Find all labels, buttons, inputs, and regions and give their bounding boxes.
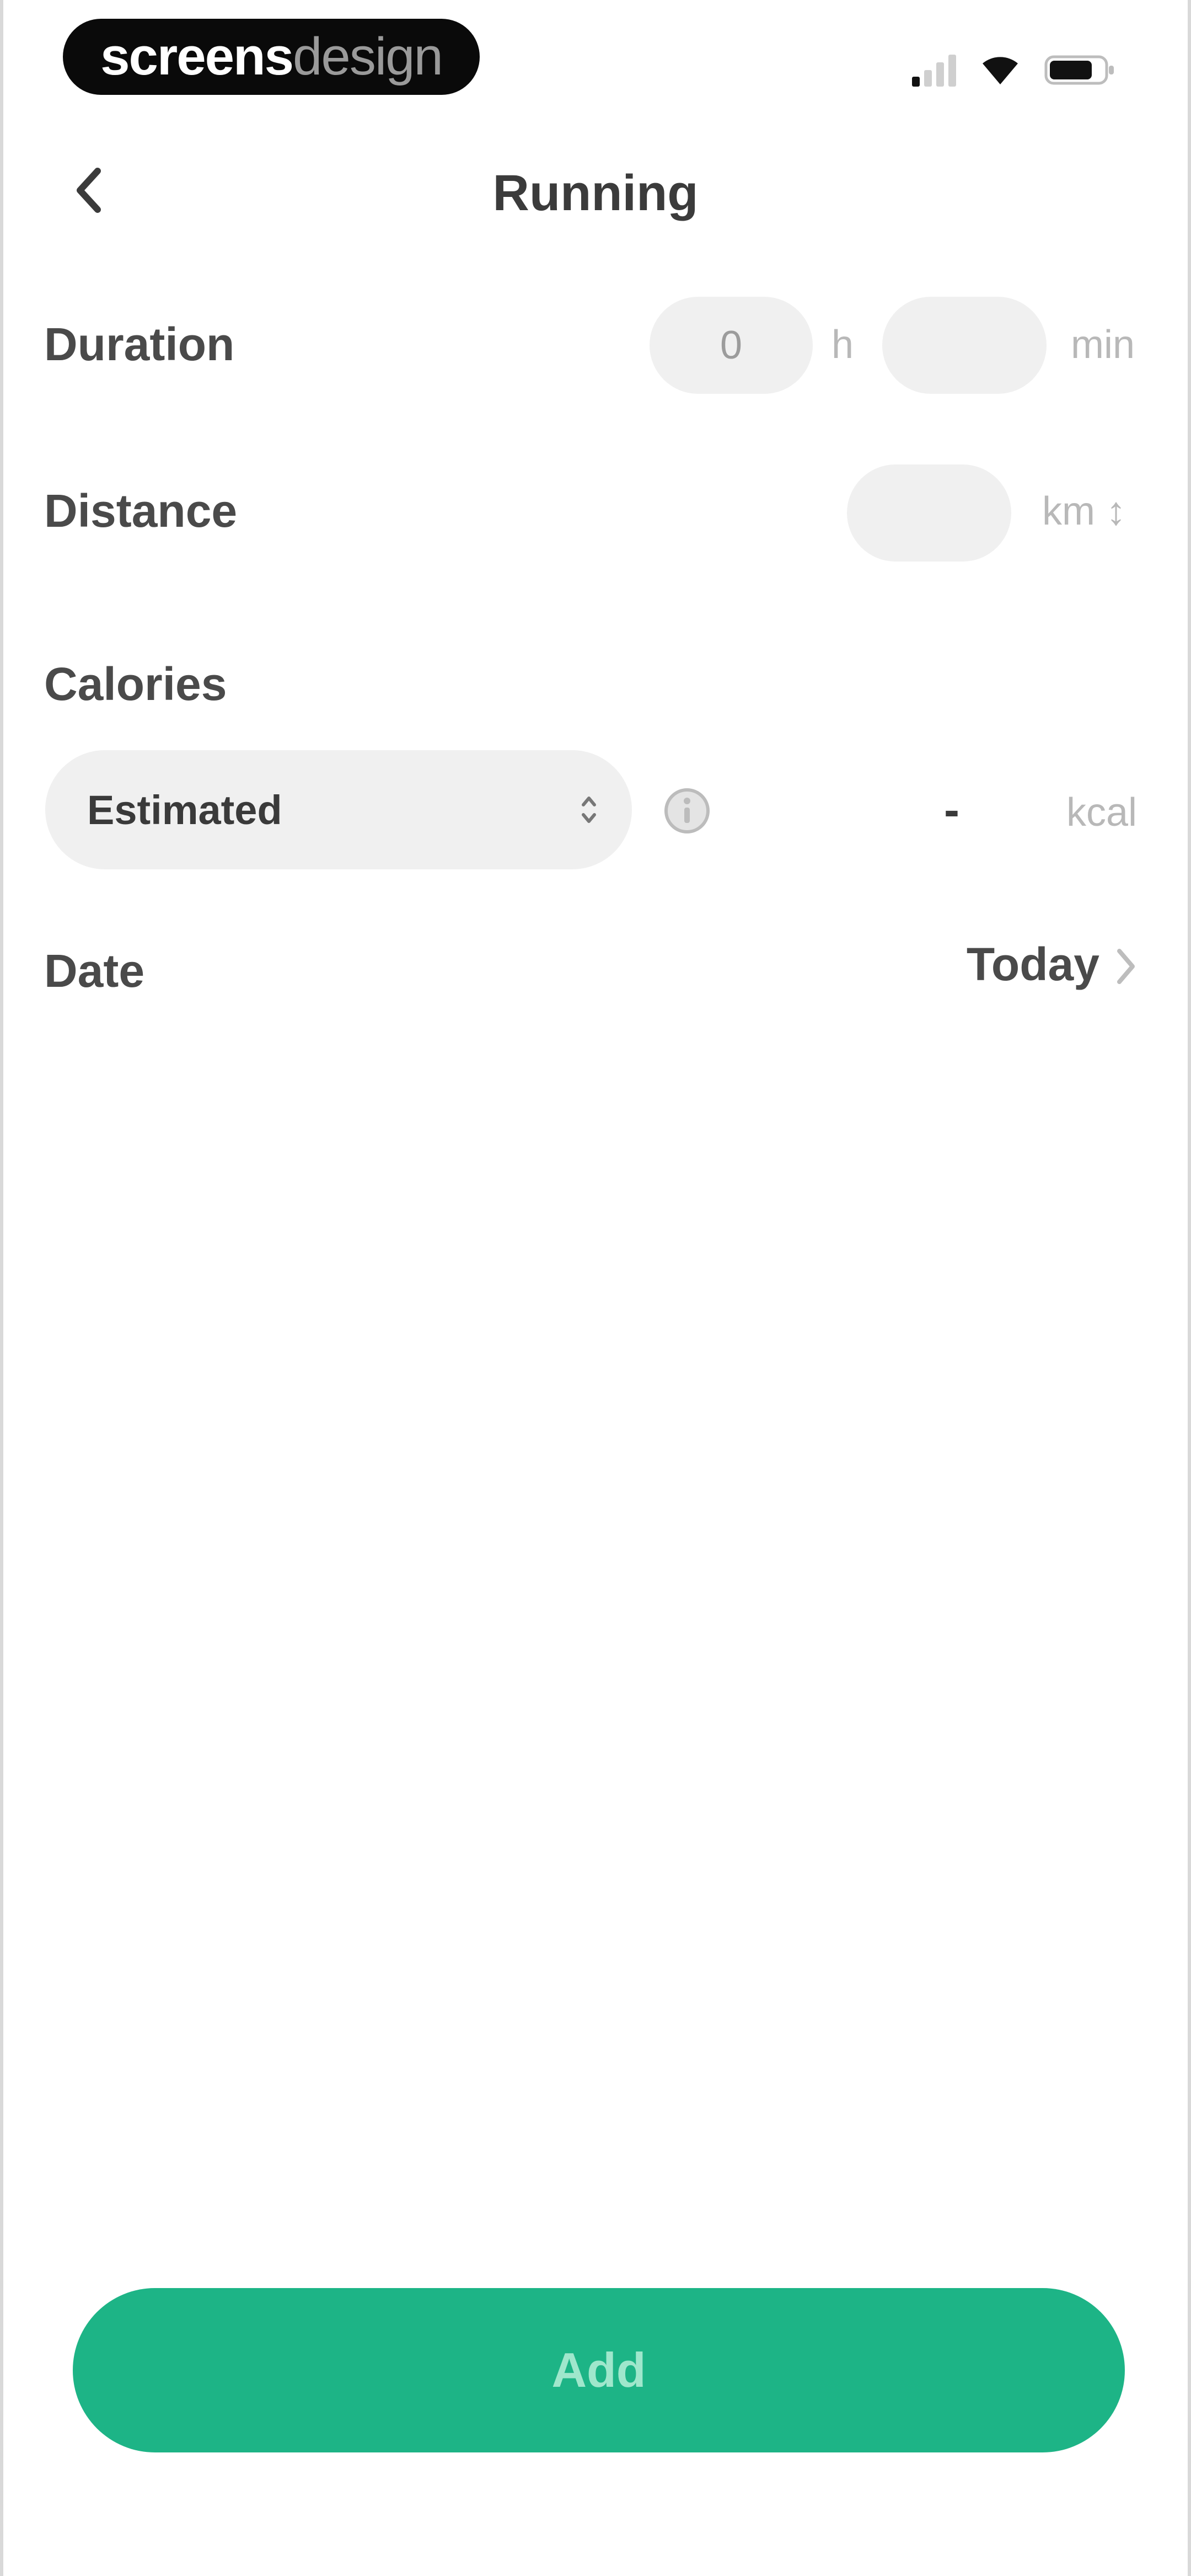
calories-mode-select[interactable]: Estimated — [45, 750, 632, 869]
info-icon[interactable] — [663, 787, 711, 835]
duration-label: Duration — [44, 318, 235, 370]
signal-icon — [912, 54, 956, 87]
page-title: Running — [492, 165, 699, 221]
duration-minutes-unit: min — [1071, 323, 1135, 367]
duration-hours-input[interactable] — [650, 297, 813, 394]
calories-mode-value: Estimated — [87, 787, 282, 833]
distance-unit-selector[interactable]: km ↕ — [1042, 489, 1126, 534]
updown-chevron-icon — [582, 797, 596, 823]
status-icons — [912, 51, 1116, 89]
duration-minutes-input[interactable] — [882, 297, 1047, 394]
screen: screens design Running Duration 0 h min … — [0, 0, 1191, 2576]
distance-input[interactable] — [847, 464, 1011, 562]
date-label: Date — [44, 945, 145, 997]
watermark-text-bold: screens — [100, 27, 294, 86]
duration-hours-unit: h — [831, 323, 854, 367]
calories-label: Calories — [44, 658, 227, 710]
chevron-left-icon — [77, 168, 101, 213]
wifi-icon — [980, 55, 1020, 85]
watermark-badge: screens design — [63, 19, 480, 95]
back-button[interactable] — [64, 160, 114, 221]
date-value[interactable]: Today — [967, 938, 1099, 991]
watermark-text-light: design — [293, 27, 443, 86]
chevron-right-icon[interactable] — [1113, 944, 1139, 988]
battery-icon — [1044, 54, 1116, 87]
add-button[interactable]: Add — [73, 2288, 1125, 2452]
distance-label: Distance — [44, 485, 238, 537]
calories-unit: kcal — [1066, 790, 1138, 835]
calories-value: - — [944, 784, 959, 836]
